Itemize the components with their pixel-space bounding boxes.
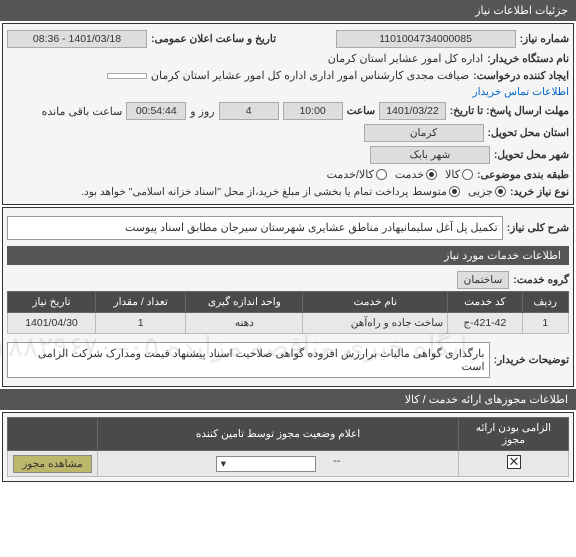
th-qty: تعداد / مقدار <box>95 292 185 313</box>
buyer-contact-link[interactable]: اطلاعات تماس خریدار <box>473 86 569 98</box>
buyer-org-label: نام دستگاه خریدار: <box>487 53 569 65</box>
subject-class-group: کالا خدمت کالا/خدمت <box>327 168 473 181</box>
table-row: 1 421-42-ج ساخت جاده و راه‌آهن دهنه 1 14… <box>8 313 569 334</box>
need-type-label: نوع نیاز خرید: <box>510 186 569 198</box>
td-name: ساخت جاده و راه‌آهن <box>303 313 448 334</box>
delivery-prov-label: استان محل تحویل: <box>488 127 569 139</box>
td-mandatory <box>459 451 569 477</box>
td-declare: -- ▾ <box>98 451 459 477</box>
th-date: تاریخ نیاز <box>8 292 96 313</box>
th-empty <box>8 418 98 451</box>
chevron-down-icon: ▾ <box>221 458 226 470</box>
radio-service[interactable] <box>426 169 437 180</box>
need-no-label: شماره نیاز: <box>520 33 569 45</box>
remaining-field: 00:54:44 <box>126 102 186 120</box>
th-code: کد خدمت <box>448 292 522 313</box>
td-code: 421-42-ج <box>448 313 522 334</box>
time-label: ساعت <box>347 105 376 117</box>
creator-label: ایجاد کننده درخواست: <box>473 70 569 82</box>
delivery-prov: کرمان <box>364 124 484 142</box>
need-no-field: 1101004734000085 <box>336 30 516 48</box>
th-name: نام خدمت <box>303 292 448 313</box>
buyer-org: اداره کل امور عشایر استان کرمان <box>328 52 483 65</box>
need-type-group: جزیی متوسط <box>412 185 506 198</box>
permits-table: الزامی بودن ارائه مجوز اعلام وضعیت مجوز … <box>7 417 569 477</box>
radio-medium-label: متوسط <box>412 185 447 198</box>
services-header: اطلاعات خدمات مورد نیاز <box>7 246 569 265</box>
buyer-notes-label: توضیحات خریدار: <box>494 354 569 366</box>
desc-title-label: شرح کلی نیاز: <box>507 222 569 234</box>
permit-row: -- ▾ مشاهده مجوز <box>8 451 569 477</box>
announce-field: 1401/03/18 - 08:36 <box>7 30 147 48</box>
td-unit: دهنه <box>186 313 303 334</box>
subject-class-label: طبقه بندی موضوعی: <box>477 169 569 181</box>
th-unit: واحد اندازه گیری <box>186 292 303 313</box>
th-mandatory: الزامی بودن ارائه مجوز <box>459 418 569 451</box>
services-table: ردیف کد خدمت نام خدمت واحد اندازه گیری ت… <box>7 291 569 334</box>
radio-medium[interactable] <box>449 186 460 197</box>
group-value: ساختمان <box>457 271 510 289</box>
delivery-city-label: شهر محل تحویل: <box>494 149 569 161</box>
declare-dash: -- <box>333 455 340 467</box>
page-header: جزئیات اطلاعات نیاز <box>0 0 576 21</box>
need-info-box: شماره نیاز: 1101004734000085 تاریخ و ساع… <box>2 23 574 205</box>
radio-minor[interactable] <box>495 186 506 197</box>
deadline-date: 1401/03/22 <box>379 102 446 120</box>
days-field: 4 <box>219 102 279 120</box>
radio-both[interactable] <box>376 169 387 180</box>
mandatory-checkbox[interactable] <box>507 455 521 469</box>
td-qty: 1 <box>95 313 185 334</box>
view-permit-button[interactable]: مشاهده مجوز <box>13 455 92 473</box>
permits-header: اطلاعات مجوزهای ارائه خدمت / کالا <box>0 389 576 410</box>
radio-service-label: خدمت <box>395 168 424 181</box>
th-row: ردیف <box>522 292 569 313</box>
delivery-city: شهر بابک <box>370 146 490 164</box>
radio-both-label: کالا/خدمت <box>327 168 374 181</box>
days-label: روز و <box>190 105 214 118</box>
permits-box: الزامی بودن ارائه مجوز اعلام وضعیت مجوز … <box>2 412 574 482</box>
radio-minor-label: جزیی <box>468 185 493 198</box>
creator: ضیافت مجدی کارشناس امور اداری اداره کل ا… <box>151 69 469 82</box>
radio-goods[interactable] <box>462 169 473 180</box>
payment-note: پرداخت تمام یا بخشی از مبلغ خرید،از محل … <box>81 186 408 198</box>
td-row: 1 <box>522 313 569 334</box>
announce-label: تاریخ و ساعت اعلان عمومی: <box>151 33 276 45</box>
radio-goods-label: کالا <box>445 168 460 181</box>
th-declare: اعلام وضعیت مجوز توسط تامین کننده <box>98 418 459 451</box>
buyer-notes-text: بارگذاری گواهی مالیات برارزش افزوده گواه… <box>7 342 490 378</box>
contact-spacer <box>107 73 147 79</box>
status-select[interactable]: ▾ <box>216 456 316 472</box>
deadline-time: 10:00 <box>283 102 343 120</box>
remaining-label: ساعت باقی مانده <box>42 105 123 118</box>
deadline-label: مهلت ارسال پاسخ: تا تاریخ: <box>450 105 569 117</box>
group-label: گروه خدمت: <box>513 274 569 286</box>
desc-title-text: تکمیل پل آغل سلیمانیهادر مناطق عشایری شه… <box>7 216 503 240</box>
td-date: 1401/04/30 <box>8 313 96 334</box>
td-action: مشاهده مجوز <box>8 451 98 477</box>
description-box: شرح کلی نیاز: تکمیل پل آغل سلیمانیهادر م… <box>2 207 574 387</box>
